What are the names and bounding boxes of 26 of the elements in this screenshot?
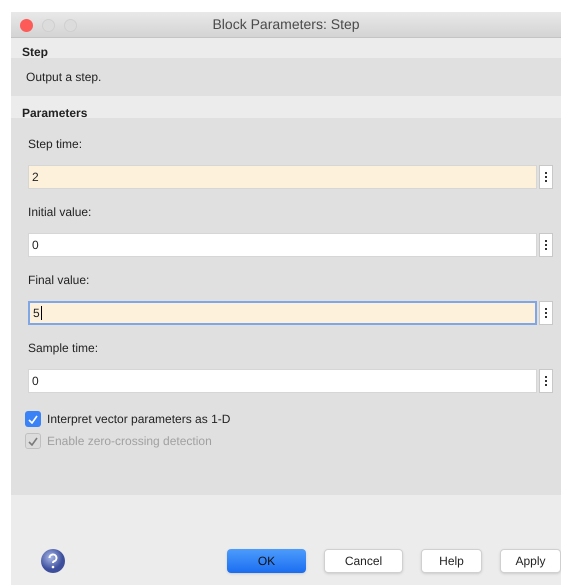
more-options-button[interactable] [539,369,553,393]
dialog-button[interactable]: OK [227,549,306,573]
window-title: Block Parameters: Step [212,15,360,34]
dialog-button[interactable]: Cancel [324,549,403,573]
field-label: Step time: [28,136,84,153]
section-heading: Parameters [22,106,88,120]
section-heading: Step [22,45,48,59]
more-options-button[interactable] [539,233,553,257]
description-text: Output a step. [26,69,102,86]
field-label: Initial value: [28,204,92,221]
dialog-button[interactable]: Help [421,549,482,573]
checkmark-icon [28,436,38,446]
more-options-button[interactable] [539,165,553,189]
dialog-button[interactable]: Apply [500,549,561,573]
input-field[interactable]: 5 [28,301,537,325]
more-options-button[interactable] [539,301,553,325]
checkbox[interactable] [25,411,41,427]
help-icon[interactable] [40,548,66,574]
input-field[interactable]: 0 [28,369,537,393]
checkbox-label: Interpret vector parameters as 1-D [47,411,230,428]
input-field[interactable]: 0 [28,233,537,257]
checkbox-label: Enable zero-crossing detection [47,433,212,450]
input-field[interactable]: 2 [28,165,537,189]
checkmark-icon [28,414,38,424]
field-label: Sample time: [28,340,100,357]
field-label: Final value: [28,272,90,289]
